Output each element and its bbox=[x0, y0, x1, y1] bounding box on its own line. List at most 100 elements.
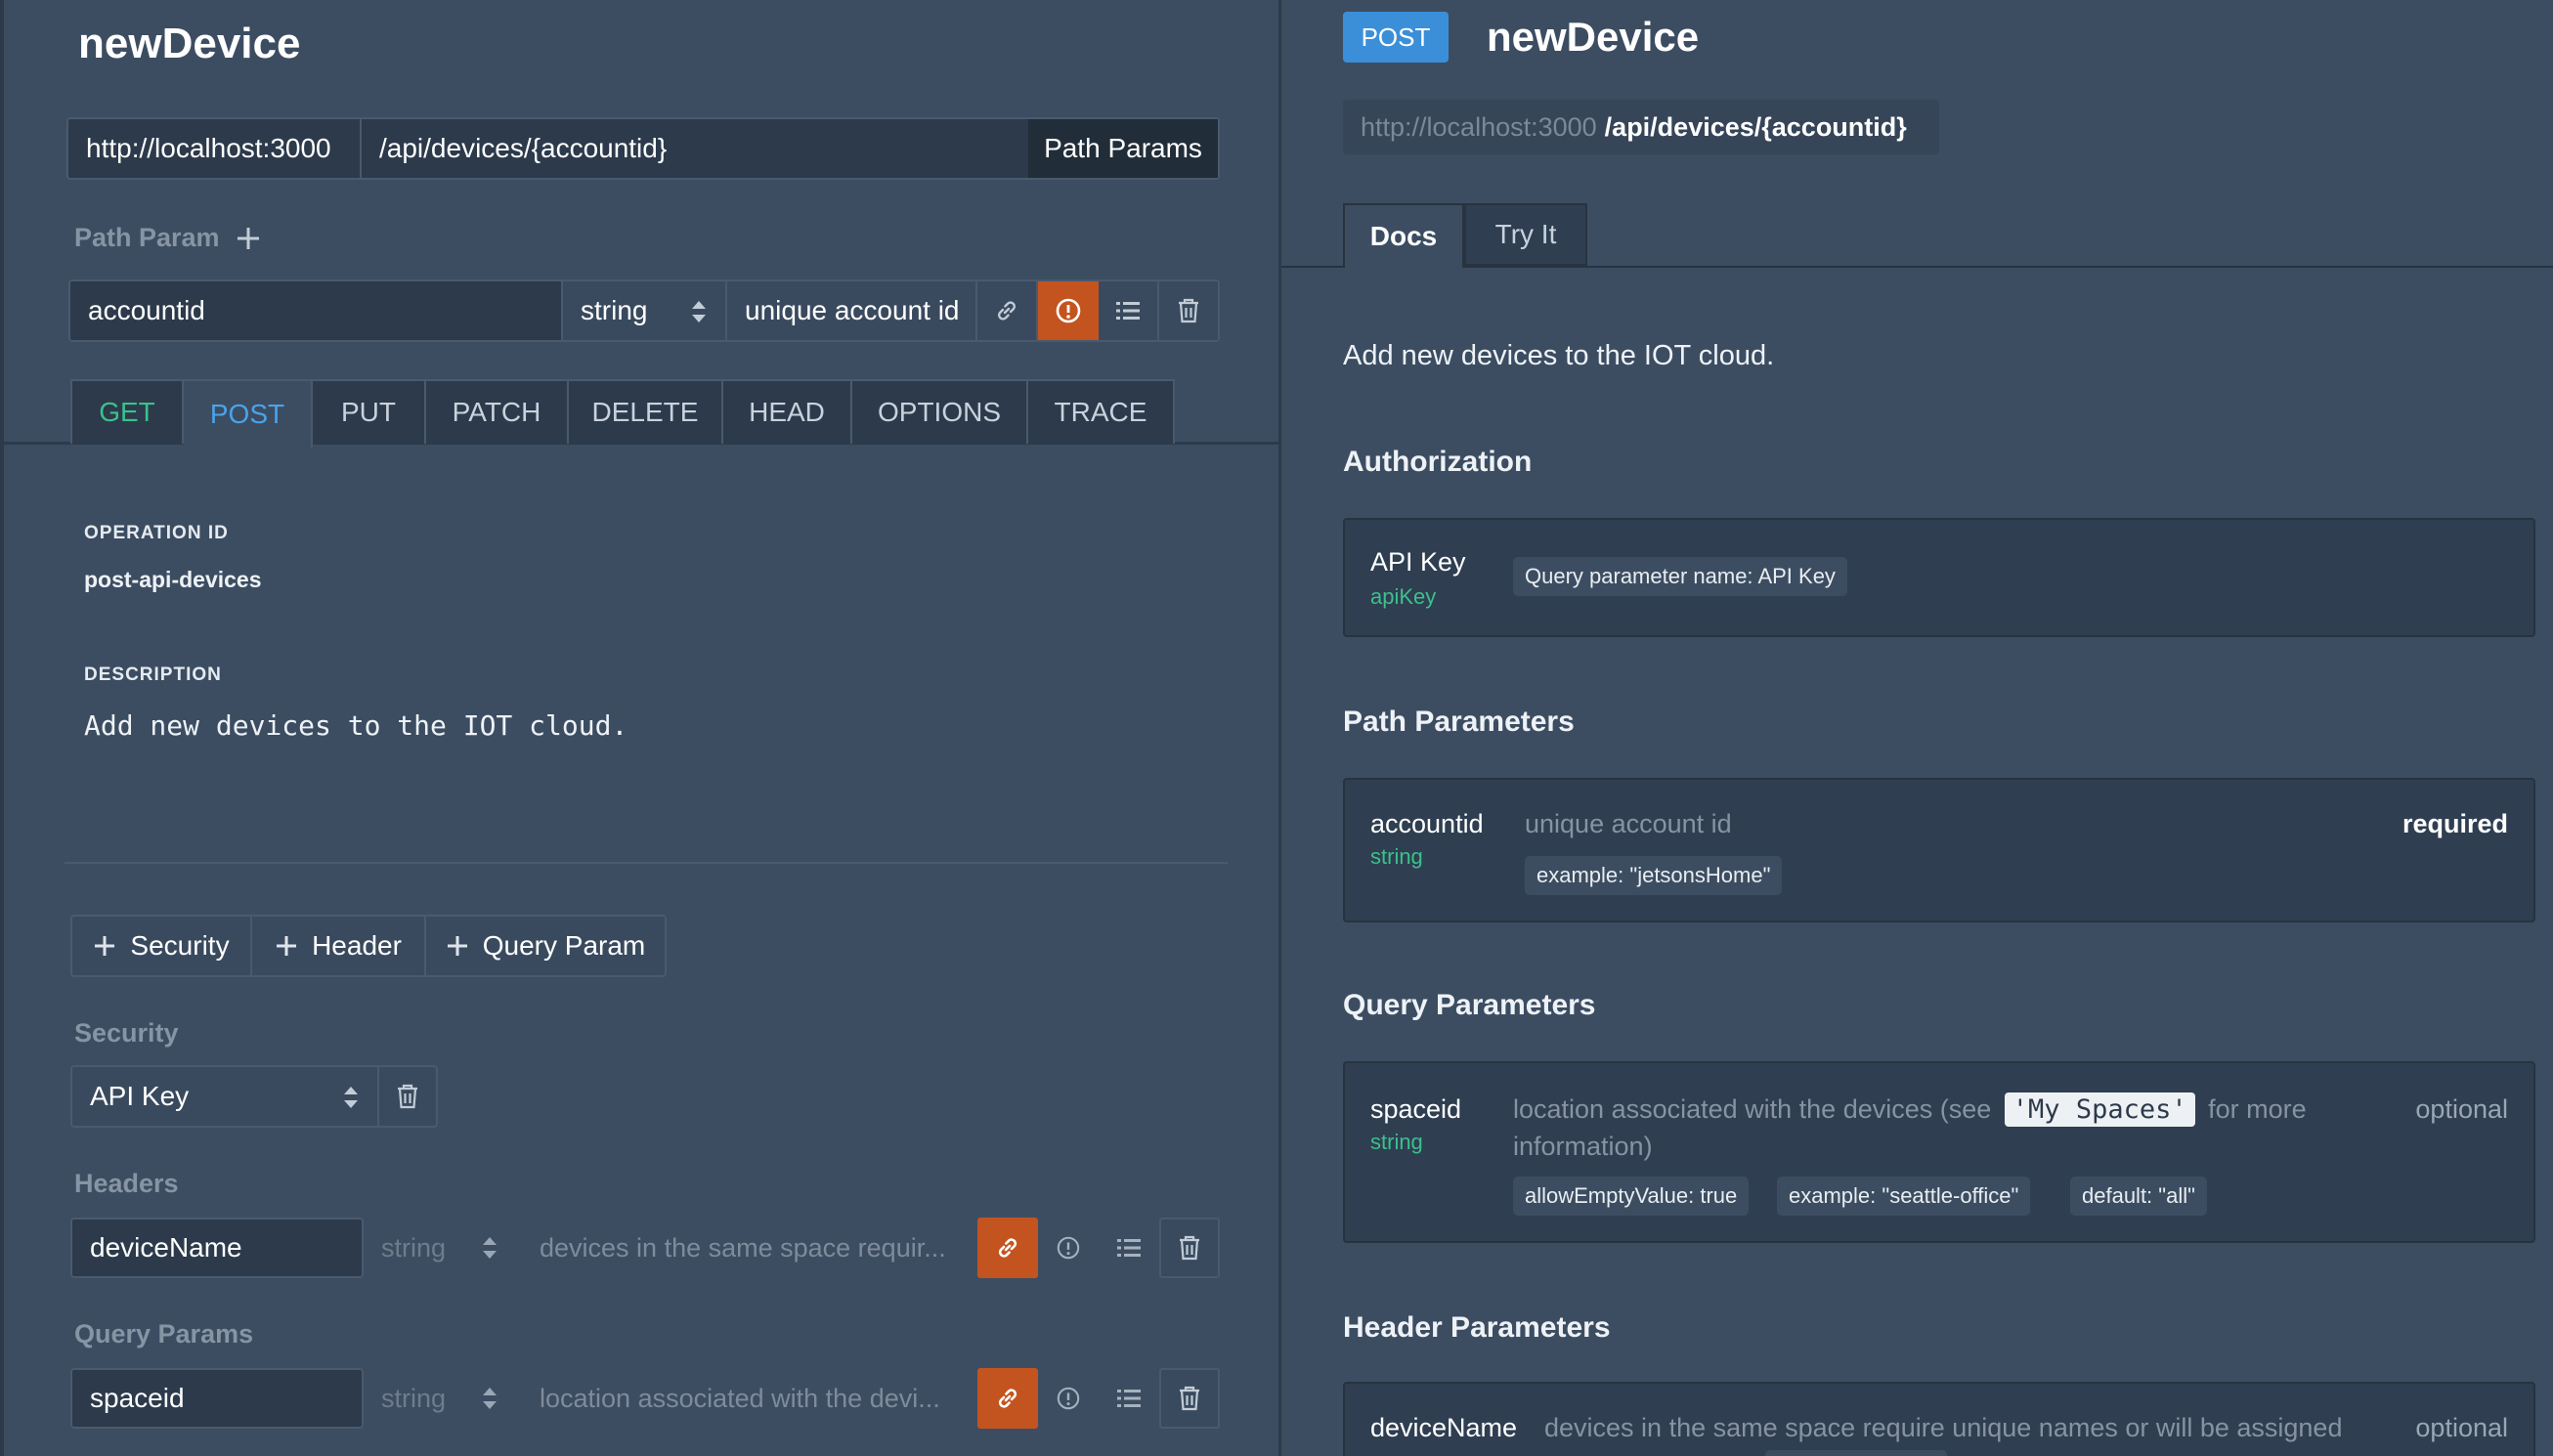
query-desc-part1: location associated with the devices (se… bbox=[1513, 1094, 1992, 1124]
header-description-input[interactable]: devices in the same space requir... bbox=[540, 1233, 946, 1263]
query-desc-line2: information) bbox=[1513, 1132, 1653, 1161]
server-input[interactable]: http://localhost:3000 bbox=[68, 119, 362, 178]
query-type-value[interactable]: string bbox=[381, 1384, 446, 1414]
path-input[interactable]: /api/devices/{accountid} bbox=[362, 119, 1026, 178]
tab-trace[interactable]: TRACE bbox=[1028, 381, 1173, 444]
add-query-param-label: Query Param bbox=[482, 930, 646, 961]
add-security-button[interactable]: Security bbox=[72, 917, 252, 975]
alert-circle-icon[interactable] bbox=[1038, 1218, 1099, 1278]
header-param-chip-partial bbox=[1765, 1450, 1947, 1456]
endpoint-title: newDevice bbox=[78, 20, 301, 67]
sort-arrows-icon bbox=[342, 1085, 360, 1110]
security-select-value: API Key bbox=[90, 1081, 190, 1111]
docs-pane: POST newDevice http://localhost:3000 /ap… bbox=[1281, 0, 2553, 1456]
path-parameters-card: accountid string unique account id requi… bbox=[1343, 778, 2535, 922]
path-param-name: accountid bbox=[1370, 809, 1484, 838]
list-icon[interactable] bbox=[1099, 1368, 1159, 1429]
description-label: DESCRIPTION bbox=[84, 664, 222, 685]
tab-head[interactable]: HEAD bbox=[723, 381, 852, 444]
operation-id-value[interactable]: post-api-devices bbox=[84, 567, 262, 593]
alert-circle-icon[interactable] bbox=[1038, 1368, 1099, 1429]
link-icon[interactable] bbox=[977, 1218, 1038, 1278]
link-icon[interactable] bbox=[977, 281, 1038, 340]
editor-pane: newDevice http://localhost:3000 /api/dev… bbox=[0, 0, 1278, 1456]
path-params-button[interactable]: Path Params bbox=[1028, 119, 1218, 178]
auth-name: API Key bbox=[1370, 547, 1466, 577]
docs-url-path: /api/devices/{accountid} bbox=[1604, 111, 1907, 142]
auth-chip: Query parameter name: API Key bbox=[1513, 557, 1847, 596]
auth-key: apiKey bbox=[1370, 584, 1437, 609]
tab-patch[interactable]: PATCH bbox=[426, 381, 569, 444]
query-chip-allow-empty: allowEmptyValue: true bbox=[1513, 1177, 1750, 1216]
path-param-example-chip: example: "jetsonsHome" bbox=[1525, 856, 1783, 895]
header-name-input[interactable]: deviceName bbox=[70, 1218, 364, 1278]
description-editor[interactable]: Add new devices to the IOT cloud. bbox=[84, 709, 627, 742]
plus-icon bbox=[275, 934, 298, 958]
query-name-input[interactable]: spaceid bbox=[70, 1368, 364, 1429]
docs-summary: Add new devices to the IOT cloud. bbox=[1343, 340, 1775, 371]
security-select[interactable]: API Key bbox=[72, 1067, 377, 1126]
header-parameters-card: deviceName devices in the same space req… bbox=[1343, 1382, 2535, 1456]
add-header-label: Header bbox=[312, 930, 402, 961]
header-param-name: deviceName bbox=[1370, 1413, 1518, 1442]
query-description-input[interactable]: location associated with the devi... bbox=[540, 1384, 940, 1414]
authorization-heading: Authorization bbox=[1343, 446, 1533, 478]
header-param-description: devices in the same space require unique… bbox=[1544, 1413, 2343, 1442]
add-path-param-plus-icon[interactable] bbox=[235, 225, 262, 252]
tab-delete[interactable]: DELETE bbox=[569, 381, 723, 444]
add-security-label: Security bbox=[130, 930, 230, 961]
tab-options[interactable]: OPTIONS bbox=[852, 381, 1028, 444]
path-param-label: Path Param bbox=[74, 223, 220, 252]
query-parameters-heading: Query Parameters bbox=[1343, 989, 1596, 1021]
trash-icon[interactable] bbox=[1159, 281, 1218, 340]
authorization-card: API Key apiKey Query parameter name: API… bbox=[1343, 518, 2535, 637]
docs-title: newDevice bbox=[1487, 14, 1700, 60]
alert-circle-icon[interactable] bbox=[1038, 281, 1099, 340]
list-icon[interactable] bbox=[1099, 281, 1159, 340]
docs-url-server: http://localhost:3000 bbox=[1361, 111, 1597, 142]
plus-icon bbox=[446, 934, 469, 958]
headers-label: Headers bbox=[74, 1169, 179, 1198]
path-param-name-input[interactable]: accountid bbox=[70, 281, 563, 340]
path-param-description: unique account id bbox=[1525, 809, 1732, 838]
list-icon[interactable] bbox=[1099, 1218, 1159, 1278]
add-header-button[interactable]: Header bbox=[252, 917, 426, 975]
sort-arrows-icon bbox=[690, 299, 708, 324]
sort-arrows-icon bbox=[481, 1235, 498, 1261]
method-badge: POST bbox=[1343, 12, 1449, 63]
tab-get[interactable]: GET bbox=[72, 381, 184, 444]
tab-try-it[interactable]: Try It bbox=[1464, 203, 1587, 266]
section-divider bbox=[65, 862, 1228, 864]
add-query-param-button[interactable]: Query Param bbox=[426, 917, 665, 975]
query-param-name: spaceid bbox=[1370, 1094, 1462, 1124]
sort-arrows-icon bbox=[481, 1386, 498, 1411]
security-label: Security bbox=[74, 1018, 179, 1048]
docs-url[interactable]: http://localhost:3000 /api/devices/{acco… bbox=[1343, 100, 1939, 154]
method-tabs: GET POST PUT PATCH DELETE HEAD OPTIONS T… bbox=[70, 379, 1175, 448]
query-param-type: string bbox=[1370, 1130, 1423, 1154]
path-param-required: required bbox=[2402, 809, 2508, 838]
tab-put[interactable]: PUT bbox=[313, 381, 426, 444]
trash-icon[interactable] bbox=[1159, 1368, 1220, 1429]
query-params-label: Query Params bbox=[74, 1319, 254, 1349]
query-parameters-card: spaceid string location associated with … bbox=[1343, 1061, 2535, 1243]
url-bar: http://localhost:3000 /api/devices/{acco… bbox=[66, 117, 1220, 180]
query-param-description: location associated with the devices (se… bbox=[1513, 1092, 2307, 1127]
docs-tabs-underline bbox=[1281, 266, 2553, 268]
tab-docs[interactable]: Docs bbox=[1343, 203, 1464, 268]
trash-icon[interactable] bbox=[1159, 1218, 1220, 1278]
tab-post[interactable]: POST bbox=[184, 381, 313, 448]
query-chip-default: default: "all" bbox=[2070, 1177, 2207, 1216]
header-parameters-heading: Header Parameters bbox=[1343, 1311, 1611, 1344]
path-param-type: string bbox=[1370, 844, 1423, 869]
add-buttons-group: Security Header Query Param bbox=[70, 915, 667, 977]
header-type-value[interactable]: string bbox=[381, 1233, 446, 1263]
path-param-description-input[interactable]: unique account id bbox=[727, 281, 977, 340]
link-icon[interactable] bbox=[977, 1368, 1038, 1429]
query-param-optional: optional bbox=[2415, 1094, 2508, 1124]
header-param-optional: optional bbox=[2415, 1413, 2508, 1442]
path-param-row: accountid string unique account id bbox=[68, 279, 1220, 342]
trash-icon[interactable] bbox=[377, 1067, 436, 1126]
path-parameters-heading: Path Parameters bbox=[1343, 706, 1575, 738]
path-param-type-select[interactable]: string bbox=[563, 281, 727, 340]
